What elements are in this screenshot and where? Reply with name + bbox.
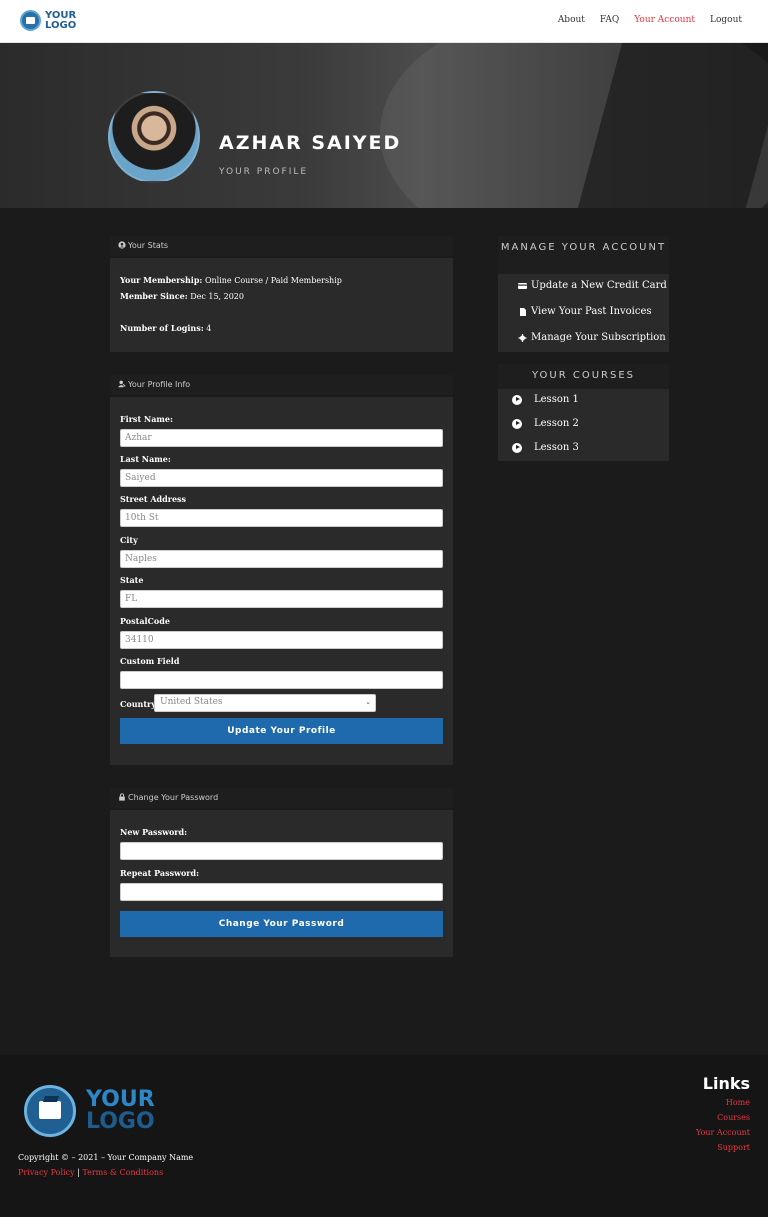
lesson-3-link[interactable]: Lesson 3 bbox=[512, 442, 579, 453]
lesson-2-link[interactable]: Lesson 2 bbox=[512, 418, 579, 429]
postal-code-label: PostalCode bbox=[120, 616, 170, 626]
lesson-2-label: Lesson 2 bbox=[534, 418, 579, 429]
main-nav: About FAQ Your Account Logout bbox=[558, 15, 742, 25]
legal-links: Privacy Policy | Terms & Conditions bbox=[18, 1168, 163, 1177]
manage-subscription-label: Manage Your Subscription bbox=[531, 332, 666, 343]
play-icon bbox=[512, 442, 522, 453]
lock-icon bbox=[119, 793, 125, 801]
user-edit-icon bbox=[118, 380, 126, 388]
city-label: City bbox=[120, 535, 138, 545]
user-circle-icon bbox=[118, 241, 126, 249]
lesson-1-link[interactable]: Lesson 1 bbox=[512, 394, 579, 405]
stats-heading: Your Stats bbox=[128, 241, 169, 250]
new-password-field[interactable] bbox=[120, 842, 443, 860]
graduation-cap-logo-icon bbox=[24, 1085, 76, 1137]
country-select[interactable]: United States ⌄ bbox=[154, 694, 376, 712]
play-icon bbox=[512, 394, 522, 405]
top-navbar: YOUR LOGO About FAQ Your Account Logout bbox=[0, 0, 768, 43]
membership-label: Your Membership: bbox=[120, 275, 203, 285]
last-name-label: Last Name: bbox=[120, 454, 171, 464]
profile-subtitle: YOUR PROFILE bbox=[219, 167, 309, 177]
logins-value: 4 bbox=[206, 324, 212, 333]
first-name-label: First Name: bbox=[120, 414, 173, 424]
logins-label: Number of Logins: bbox=[120, 323, 204, 333]
country-label: Country bbox=[120, 699, 156, 709]
new-password-label: New Password: bbox=[120, 827, 188, 837]
password-heading: Change Your Password bbox=[128, 793, 219, 802]
logo-icon bbox=[20, 10, 41, 31]
courses-panel: Lesson 1 Lesson 2 Lesson 3 bbox=[498, 389, 669, 461]
manage-account-panel: Update a New Credit Card View Your Past … bbox=[498, 274, 669, 352]
gear-icon bbox=[518, 333, 527, 342]
nav-about[interactable]: About bbox=[558, 15, 585, 25]
custom-field-label: Custom Field bbox=[120, 656, 180, 666]
member-since-line: Member Since: Dec 15, 2020 bbox=[120, 291, 244, 301]
repeat-password-label: Repeat Password: bbox=[120, 868, 200, 878]
first-name-field[interactable] bbox=[120, 429, 443, 447]
play-icon bbox=[512, 418, 522, 429]
country-selected-value: United States bbox=[160, 697, 223, 707]
invoice-file-icon bbox=[520, 307, 526, 316]
logins-line: Number of Logins: 4 bbox=[120, 323, 211, 333]
chevron-down-icon: ⌄ bbox=[365, 698, 371, 706]
profile-heading: Your Profile Info bbox=[128, 380, 191, 389]
site-footer: YOUR LOGO Copyright © – 2021 – Your Comp… bbox=[0, 1055, 768, 1217]
nav-your-account[interactable]: Your Account bbox=[634, 15, 695, 25]
update-credit-card-label: Update a New Credit Card bbox=[531, 280, 667, 291]
privacy-policy-link[interactable]: Privacy Policy bbox=[18, 1168, 75, 1177]
repeat-password-field[interactable] bbox=[120, 883, 443, 901]
membership-value: Online Course / Paid Membership bbox=[204, 276, 342, 285]
footer-link-support[interactable]: Support bbox=[696, 1140, 750, 1155]
city-field[interactable] bbox=[120, 550, 443, 568]
footer-link-home[interactable]: Home bbox=[696, 1095, 750, 1110]
member-since-value: Dec 15, 2020 bbox=[190, 292, 244, 301]
copyright-text: Copyright © – 2021 – Your Company Name bbox=[18, 1153, 194, 1162]
password-form: New Password: Repeat Password: Change Yo… bbox=[110, 810, 453, 957]
change-password-button[interactable]: Change Your Password bbox=[120, 911, 443, 937]
footer-logo-line2: LOGO bbox=[86, 1109, 155, 1134]
lesson-1-label: Lesson 1 bbox=[534, 394, 579, 405]
membership-line: Your Membership: Online Course / Paid Me… bbox=[120, 275, 342, 285]
update-profile-button[interactable]: Update Your Profile bbox=[120, 718, 443, 744]
footer-links: Home Courses Your Account Support bbox=[696, 1095, 750, 1155]
last-name-field[interactable] bbox=[120, 469, 443, 487]
update-credit-card-link[interactable]: Update a New Credit Card bbox=[518, 280, 667, 291]
logo-text-line2: LOGO bbox=[45, 19, 77, 31]
member-since-label: Member Since: bbox=[120, 291, 188, 301]
view-invoices-link[interactable]: View Your Past Invoices bbox=[518, 306, 652, 317]
manage-subscription-link[interactable]: Manage Your Subscription bbox=[518, 332, 666, 343]
stats-header: Your Stats bbox=[110, 236, 453, 256]
profile-name: AZHAR SAIYED bbox=[219, 132, 402, 154]
footer-link-courses[interactable]: Courses bbox=[696, 1110, 750, 1125]
profile-header: Your Profile Info bbox=[110, 375, 453, 395]
street-label: Street Address bbox=[120, 494, 187, 504]
legal-separator: | bbox=[77, 1168, 80, 1177]
your-courses-heading: YOUR COURSES bbox=[498, 364, 669, 389]
state-field[interactable] bbox=[120, 590, 443, 608]
terms-link[interactable]: Terms & Conditions bbox=[82, 1168, 163, 1177]
nav-logout[interactable]: Logout bbox=[710, 15, 742, 25]
state-label: State bbox=[120, 575, 144, 585]
nav-faq[interactable]: FAQ bbox=[600, 15, 619, 25]
lesson-3-label: Lesson 3 bbox=[534, 442, 579, 453]
manage-account-heading: MANAGE YOUR ACCOUNT bbox=[498, 236, 669, 274]
postal-code-field[interactable] bbox=[120, 631, 443, 649]
footer-link-your-account[interactable]: Your Account bbox=[696, 1125, 750, 1140]
stats-panel: Your Membership: Online Course / Paid Me… bbox=[110, 258, 453, 352]
street-field[interactable] bbox=[120, 509, 443, 527]
site-logo[interactable]: YOUR LOGO bbox=[20, 10, 76, 31]
password-header: Change Your Password bbox=[110, 788, 453, 808]
credit-card-icon bbox=[518, 282, 527, 289]
avatar bbox=[108, 91, 200, 183]
view-invoices-label: View Your Past Invoices bbox=[531, 306, 652, 317]
profile-hero: AZHAR SAIYED YOUR PROFILE bbox=[0, 43, 768, 208]
custom-field[interactable] bbox=[120, 671, 443, 689]
profile-form: First Name: Last Name: Street Address Ci… bbox=[110, 397, 453, 765]
footer-logo[interactable]: YOUR LOGO bbox=[24, 1085, 155, 1137]
footer-links-title: Links bbox=[702, 1074, 750, 1093]
